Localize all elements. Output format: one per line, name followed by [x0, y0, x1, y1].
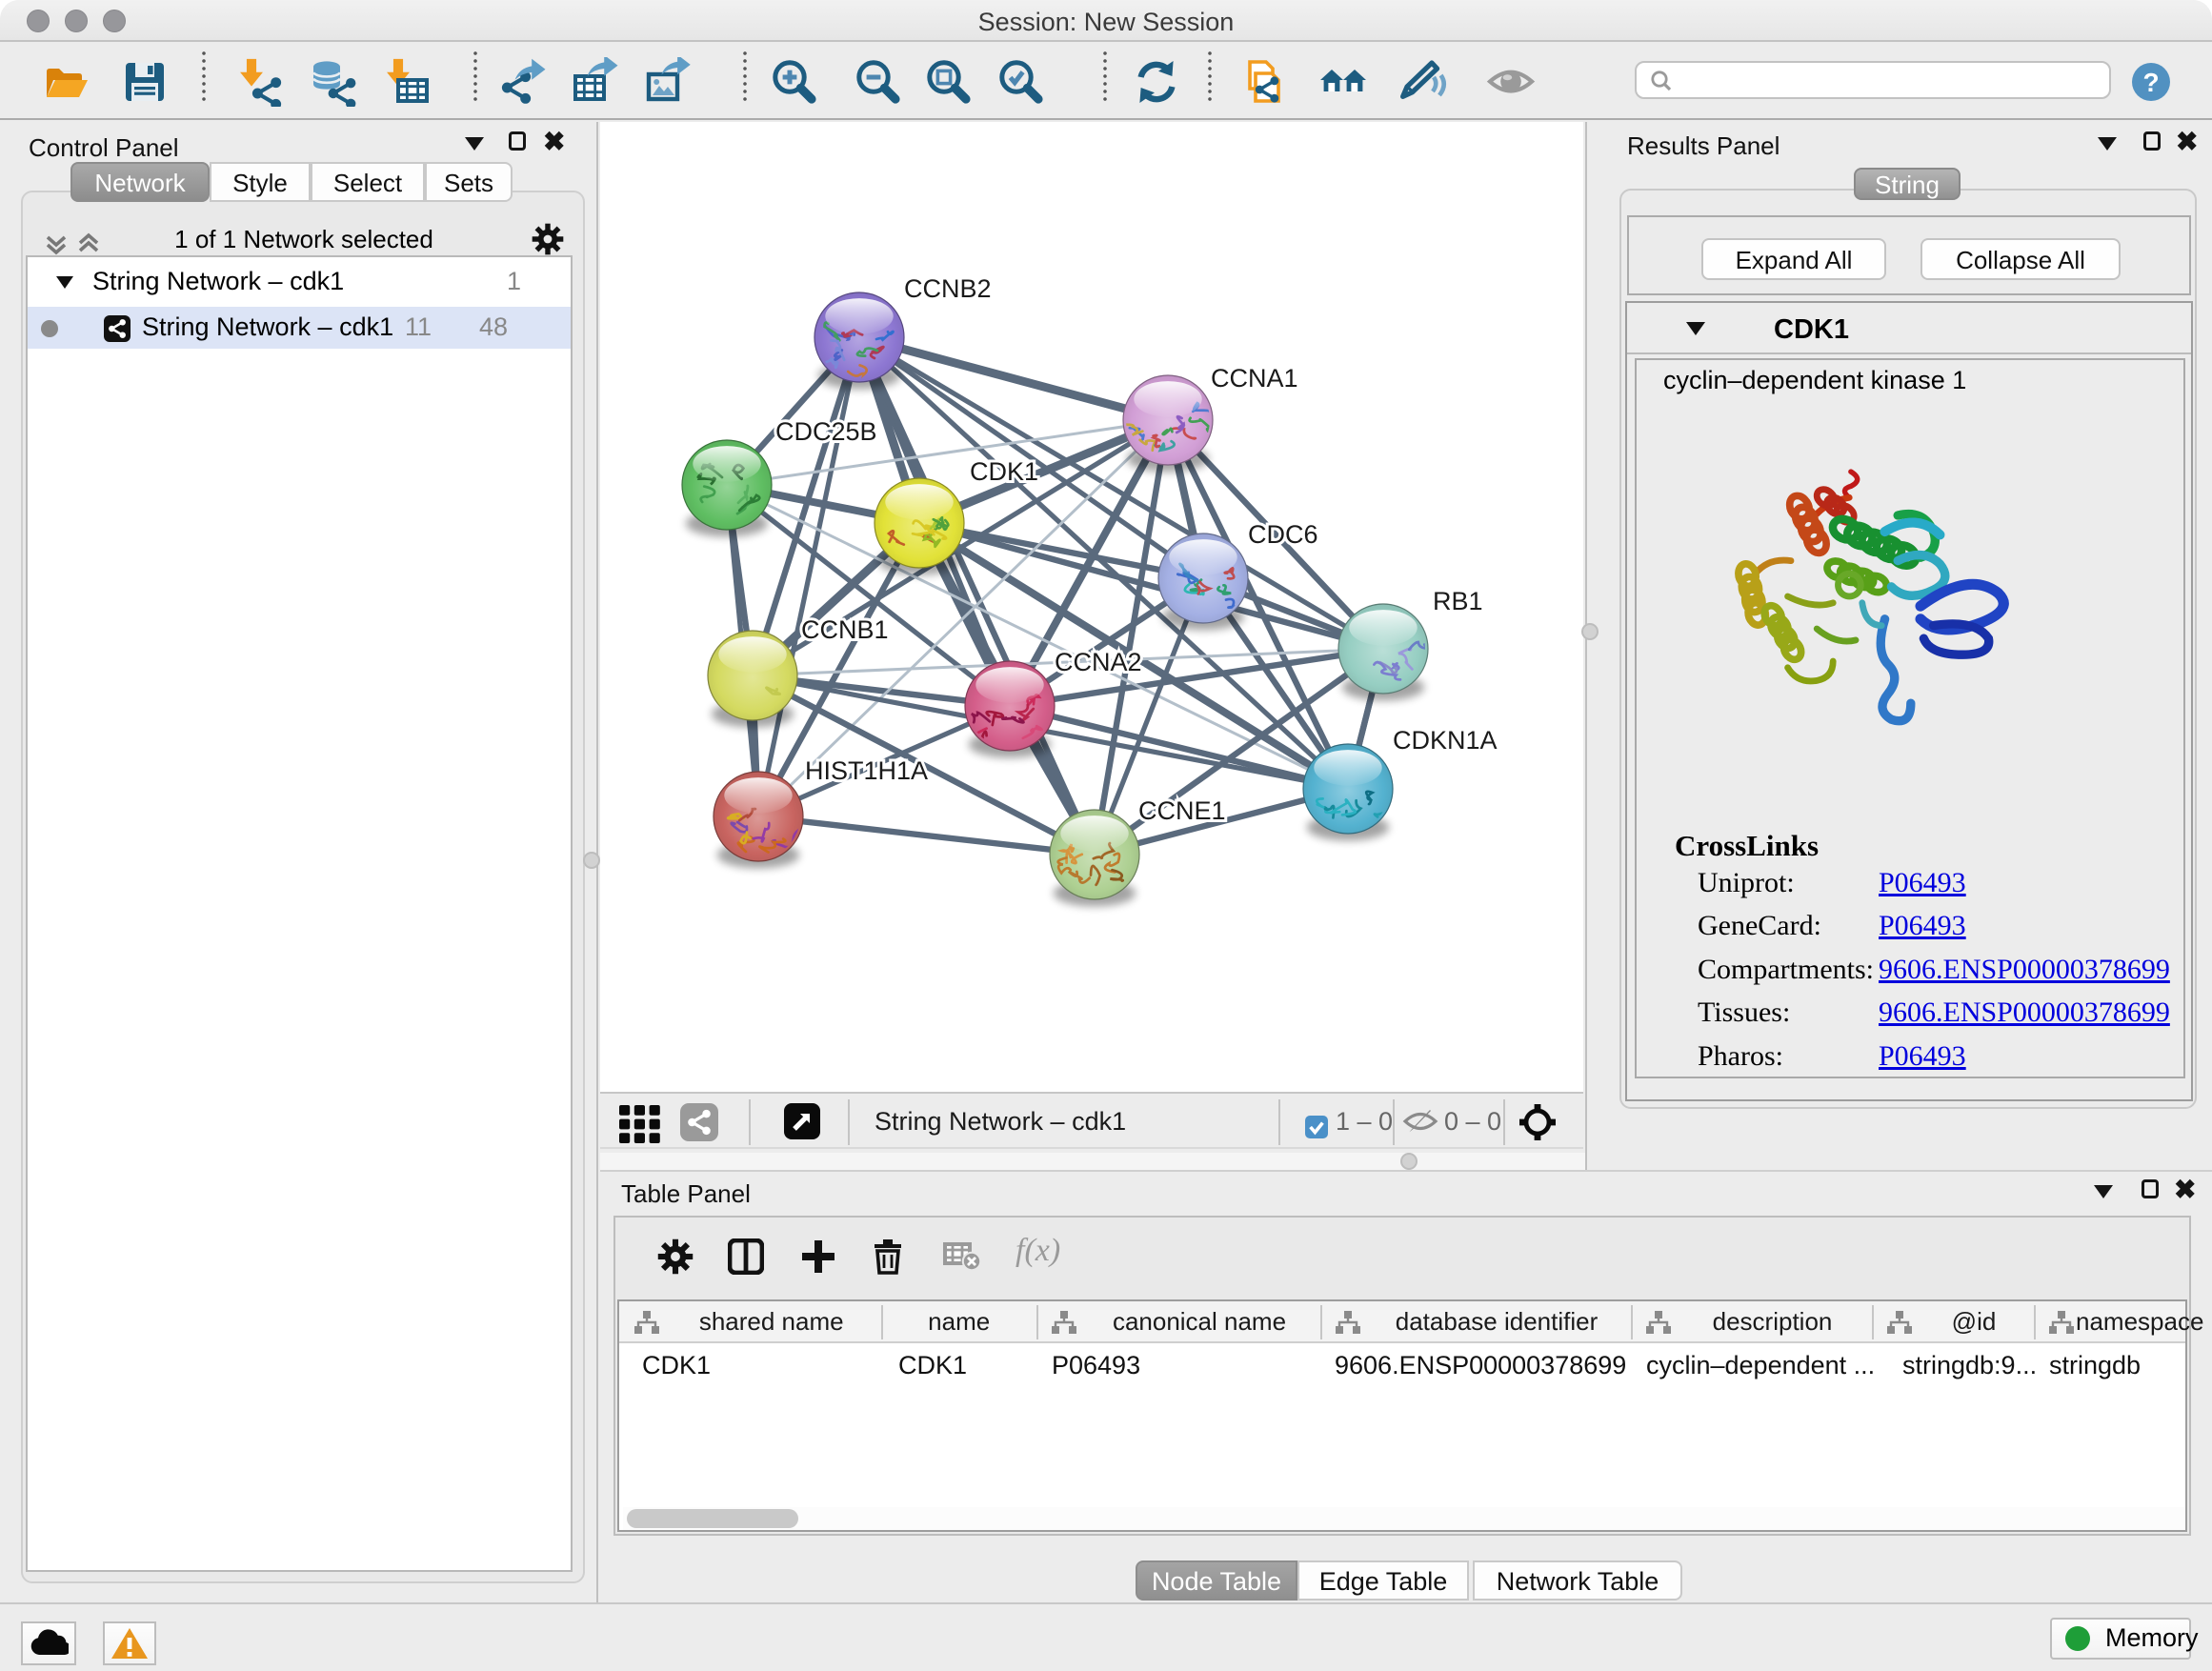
svg-text:?: ?: [2142, 68, 2159, 97]
svg-text:CCNE1: CCNE1: [1138, 796, 1226, 825]
svg-text:CCNB2: CCNB2: [904, 274, 992, 303]
svg-text:CCNA2: CCNA2: [1055, 648, 1142, 676]
svg-text:CDC6: CDC6: [1248, 520, 1318, 549]
svg-text:RB1: RB1: [1433, 587, 1483, 615]
svg-text:CDC25B: CDC25B: [775, 417, 877, 446]
svg-text:CDKN1A: CDKN1A: [1393, 726, 1498, 755]
svg-text:HIST1H1A: HIST1H1A: [805, 756, 928, 785]
svg-text:CCNB1: CCNB1: [801, 615, 889, 644]
svg-text:CDK1: CDK1: [970, 457, 1038, 486]
svg-text:CCNA1: CCNA1: [1211, 364, 1298, 393]
